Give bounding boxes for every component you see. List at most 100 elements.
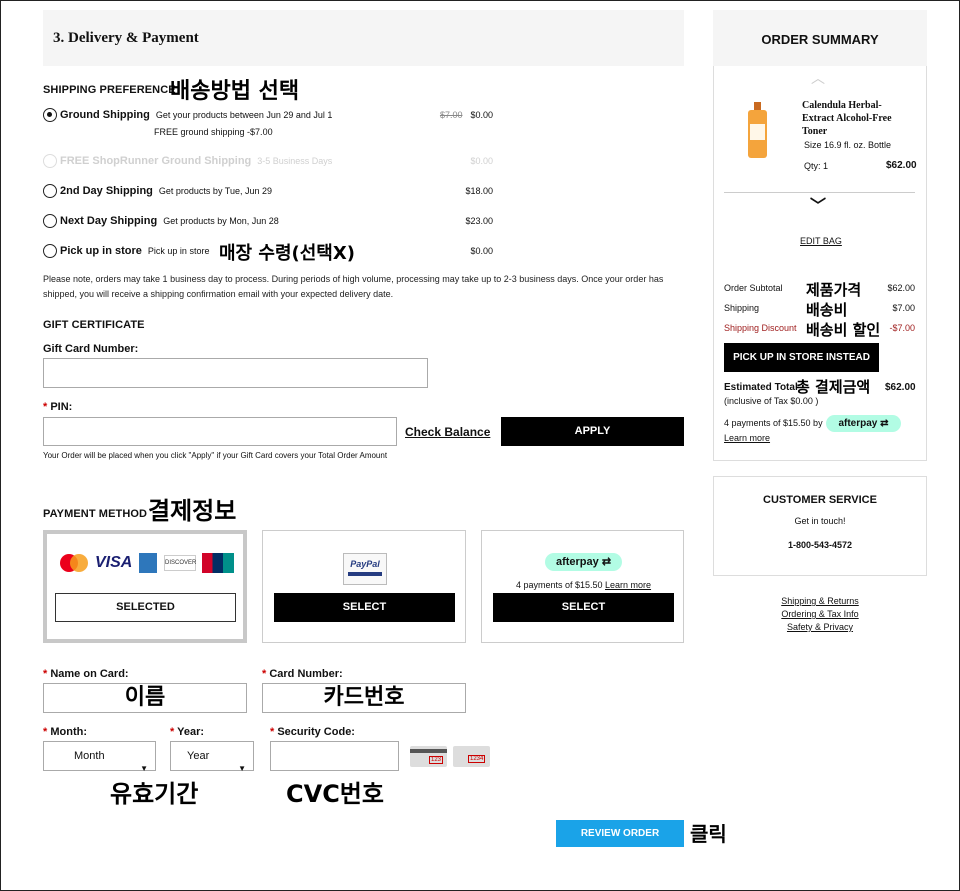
shipping-label: Shipping (724, 303, 760, 313)
subtotal-value: $62.00 (887, 283, 915, 293)
review-annotation: 클릭 (690, 822, 727, 846)
card-number-input[interactable]: 카드번호 (262, 683, 466, 713)
visa-icon: VISA (95, 554, 133, 571)
afterpay-text-wrap: 4 payments of $15.50 Learn more (482, 580, 685, 590)
afterpay-select-button[interactable]: SELECT (493, 593, 674, 622)
ground-desc: Get your products between Jun 29 and Jul… (155, 110, 333, 120)
pickup-price: $0.00 (470, 246, 493, 256)
summary-learn-more[interactable]: Learn more (724, 433, 770, 443)
radio-pickup[interactable] (43, 244, 57, 258)
ground-sub: FREE ground shipping -$7.00 (154, 127, 273, 137)
summary-afterpay-logo-text: afterpay (838, 418, 878, 429)
cvc-card-front-icon: 1234 (453, 746, 490, 767)
cvc-label-wrap: * Security Code: (270, 726, 355, 738)
pickup-in-store-button[interactable]: PICK UP IN STORE INSTEAD (724, 343, 879, 372)
gift-heading: GIFT CERTIFICATE (43, 319, 145, 331)
afterpay-text: 4 payments of $15.50 (515, 580, 603, 590)
radio-ground[interactable] (43, 108, 57, 122)
2nd-day-price: $18.00 (465, 186, 493, 196)
shoprunner-name: FREE ShopRunner Ground Shipping (60, 155, 252, 167)
name-label-wrap: * Name on Card: (43, 668, 129, 680)
expiry-annotation: 유효기간 (110, 780, 199, 808)
shipping-option-shoprunner: FREE ShopRunner Ground Shipping 3-5 Busin… (43, 153, 493, 171)
cvc-required: * (270, 726, 275, 738)
discover-icon: DISCOVER (164, 555, 196, 571)
product-image (745, 102, 770, 160)
number-required: * (262, 668, 267, 680)
review-order-button[interactable]: REVIEW ORDER (556, 820, 684, 847)
number-label: Card Number: (269, 668, 343, 680)
edit-bag-link[interactable]: EDIT BAG (800, 236, 842, 246)
radio-2nd-day[interactable] (43, 184, 57, 198)
shipping-returns-link[interactable]: Shipping & Returns (713, 596, 927, 606)
payment-heading: PAYMENT METHOD (43, 508, 148, 520)
next-day-desc: Get products by Mon, Jun 28 (163, 216, 279, 226)
service-text: Get in touch! (794, 516, 846, 526)
afterpay-arrows-icon: ⇄ (880, 418, 889, 429)
paypal-icon: PayPal (343, 553, 387, 585)
section-title: 3. Delivery & Payment (53, 30, 199, 46)
cvc-annotation: CVC번호 (286, 780, 384, 808)
service-heading: CUSTOMER SERVICE (763, 494, 877, 506)
month-value: Month (74, 750, 105, 762)
amex-icon (139, 553, 157, 573)
radio-next-day[interactable] (43, 214, 57, 228)
name-required: * (43, 668, 48, 680)
summary-afterpay-logo: afterpay ⇄ (826, 415, 901, 432)
year-select[interactable]: Year ▼ (170, 741, 254, 773)
chevron-down-icon[interactable]: ﹀ (810, 192, 826, 216)
pin-label: PIN: (50, 401, 73, 413)
unionpay-icon (202, 553, 234, 573)
pickup-annotation: 매장 수령(선택X) (219, 243, 355, 264)
total-annotation: 총 결제금액 (796, 378, 871, 396)
apply-button[interactable]: APPLY (501, 417, 684, 446)
subtotal-annotation: 제품가격 (806, 281, 862, 299)
service-phone[interactable]: 1-800-543-4572 (714, 540, 926, 550)
shipping-fee-annotation: 배송비 (806, 301, 848, 319)
discount-annotation: 배송비 할인 (806, 321, 881, 339)
shipping-option-2nd-day[interactable]: 2nd Day Shipping Get products by Tue, Jun… (43, 183, 493, 201)
selected-button[interactable]: SELECTED (55, 593, 236, 622)
month-label-wrap: * Month: (43, 726, 87, 738)
pin-input[interactable] (43, 417, 397, 446)
cvc-label: Security Code: (277, 726, 355, 738)
ground-old-price: $7.00 (439, 110, 463, 120)
shipping-annotation: 배송방법 선택 (170, 79, 300, 104)
shipping-heading: SHIPPING PREFERENCE (43, 84, 176, 96)
month-label: Month: (50, 726, 87, 738)
shoprunner-desc: 3-5 Business Days (257, 156, 333, 166)
subtotal-label: Order Subtotal (724, 283, 783, 293)
afterpay-payment-option[interactable]: afterpay ⇄ 4 payments of $15.50 Learn mo… (481, 530, 684, 643)
afterpay-learn-more[interactable]: Learn more (605, 580, 651, 590)
month-select[interactable]: Month ▼ (43, 741, 156, 773)
year-label: Year: (177, 726, 205, 738)
cvc-card1-code: 123 (429, 756, 444, 764)
product-qty: Qty: 1 (804, 161, 829, 171)
pickup-desc: Pick up in store (147, 246, 210, 256)
next-day-price: $23.00 (465, 216, 493, 226)
shipping-option-ground[interactable]: Ground Shipping Get your products between… (43, 107, 493, 125)
pickup-name: Pick up in store (60, 245, 142, 257)
security-code-input[interactable] (270, 741, 399, 771)
chevron-up-icon[interactable]: ︿ (811, 68, 825, 88)
gift-card-input[interactable] (43, 358, 428, 388)
total-label: Estimated Total (724, 382, 798, 393)
pin-required: * (43, 401, 48, 413)
check-balance-link[interactable]: Check Balance (405, 425, 490, 439)
year-value: Year (187, 750, 210, 762)
ground-name: Ground Shipping (60, 109, 150, 121)
paypal-select-button[interactable]: SELECT (274, 593, 455, 622)
product-price: $62.00 (886, 160, 917, 171)
product-size: Size 16.9 fl. oz. Bottle (804, 140, 892, 150)
month-required: * (43, 726, 48, 738)
card-payment-option[interactable]: VISA DISCOVER SELECTED (43, 530, 247, 643)
shipping-value: $7.00 (892, 303, 915, 313)
shoprunner-price: $0.00 (470, 156, 493, 166)
discount-value: -$7.00 (889, 323, 915, 333)
shipping-option-next-day[interactable]: Next Day Shipping Get products by Mon, Ju… (43, 213, 493, 231)
name-on-card-input[interactable]: 이름 (43, 683, 247, 713)
ordering-tax-link[interactable]: Ordering & Tax Info (713, 609, 927, 619)
name-label: Name on Card: (50, 668, 129, 680)
safety-privacy-link[interactable]: Safety & Privacy (713, 622, 927, 632)
paypal-payment-option[interactable]: PayPal SELECT (262, 530, 466, 643)
